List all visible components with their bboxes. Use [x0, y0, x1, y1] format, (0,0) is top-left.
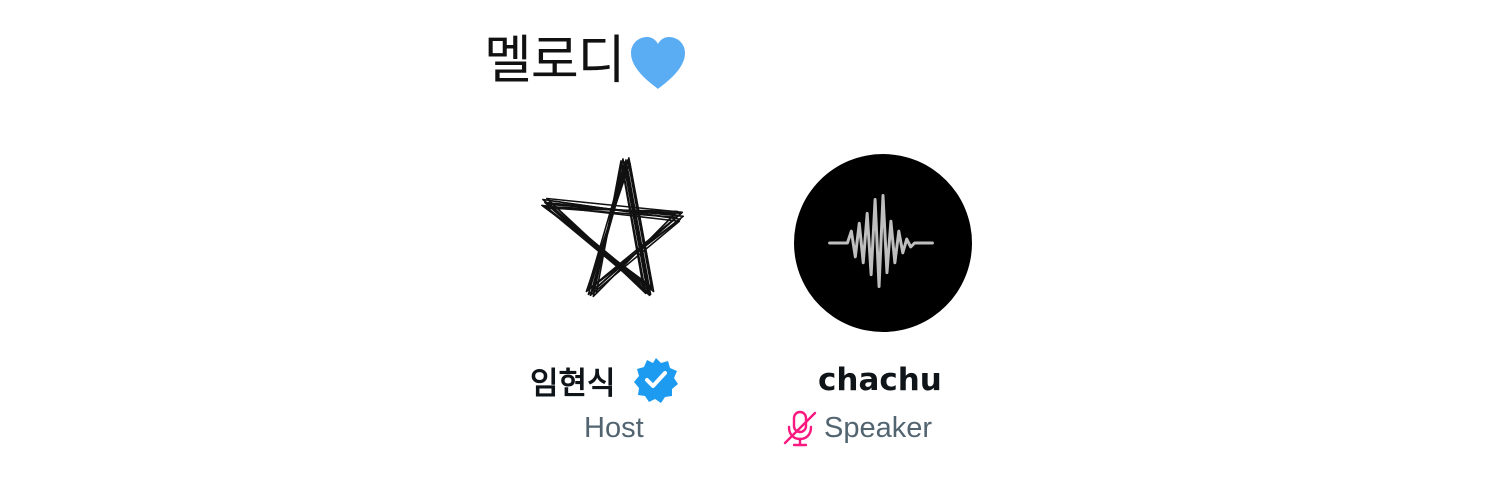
space-title: 멜로디: [484, 26, 689, 96]
sound-wave-icon: [828, 194, 934, 288]
mic-off-icon: [783, 410, 817, 447]
host-role-label: Host: [584, 411, 644, 444]
host-name: 임현식: [530, 365, 616, 402]
blue-heart-icon: [630, 37, 685, 89]
speaker-role-label: Speaker: [824, 411, 933, 444]
participant-speaker[interactable]: chachu Speaker: [752, 150, 1012, 460]
speaker-role-row: Speaker: [780, 408, 932, 448]
participant-host[interactable]: 임현식 Host: [490, 150, 750, 460]
space-title-text: 멜로디: [484, 31, 626, 91]
speaker-name: chachu: [818, 362, 942, 398]
speaker-avatar[interactable]: [794, 154, 972, 332]
host-avatar[interactable]: [530, 154, 708, 332]
host-name-row: 임현식: [530, 350, 680, 410]
speaker-name-row: chachu: [818, 350, 942, 410]
scribbled-star-icon: [541, 157, 685, 298]
verified-badge-icon: [633, 358, 678, 403]
host-role-row: Host: [584, 408, 644, 448]
